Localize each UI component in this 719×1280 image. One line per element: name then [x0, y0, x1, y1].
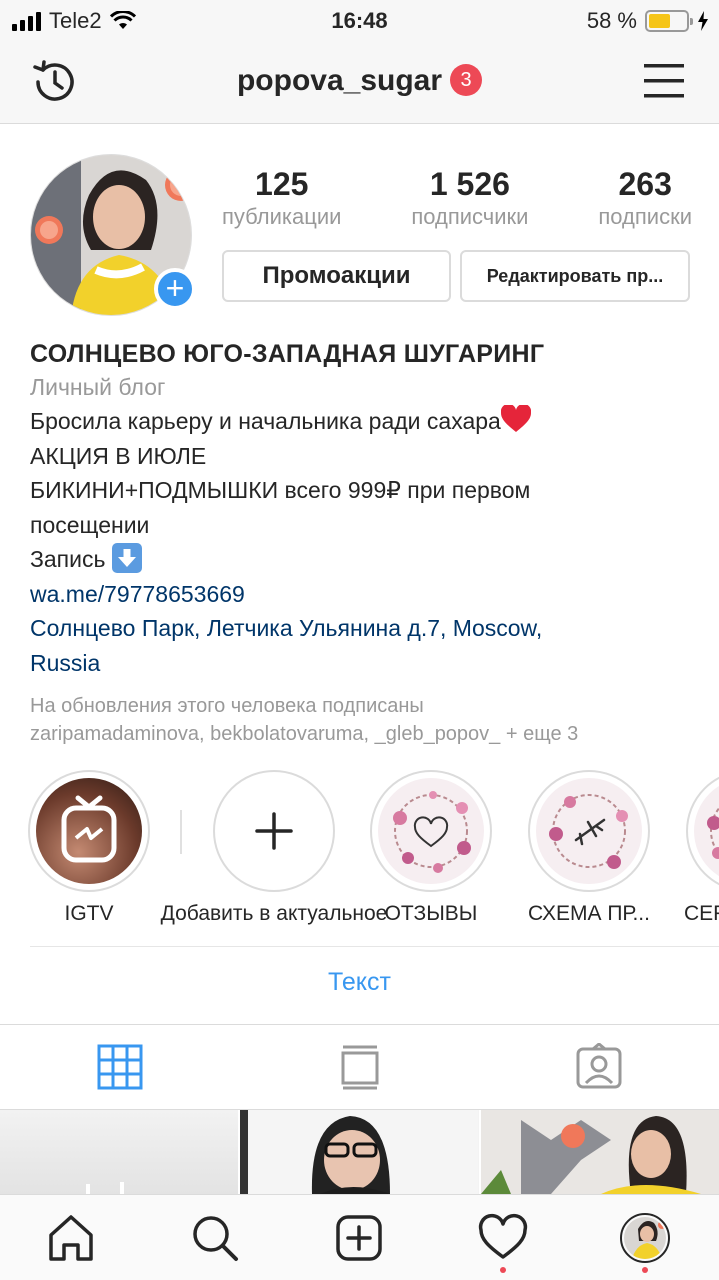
- posts-grid: [0, 1110, 719, 1194]
- edit-profile-button[interactable]: Редактировать пр...: [460, 250, 690, 302]
- tagged-icon[interactable]: [575, 1043, 623, 1091]
- stat-value: 1 526: [429, 166, 510, 202]
- bio-line: АКЦИЯ В ИЮЛЕ: [30, 442, 207, 469]
- home-icon[interactable]: [46, 1213, 96, 1263]
- highlight-label: IGTV: [64, 902, 114, 925]
- profile-header: popova_sugar 3: [0, 40, 719, 124]
- notification-badge: 3: [450, 64, 483, 96]
- website-link[interactable]: wa.me/79778653669: [30, 577, 700, 612]
- bio-line: Запись: [30, 542, 700, 577]
- new-post-icon[interactable]: [334, 1213, 384, 1263]
- promotions-button[interactable]: Промоакции: [222, 250, 451, 302]
- stat-value: 263: [618, 166, 672, 202]
- account-switcher[interactable]: popova_sugar 3: [0, 64, 719, 98]
- bio-line: Бросила карьеру и начальника ради сахара: [30, 404, 700, 439]
- highlight-reviews[interactable]: ОТЗЫВЫ: [368, 770, 494, 926]
- highlight-igtv[interactable]: IGTV: [26, 770, 152, 926]
- highlight-label: Добавить в актуальное: [160, 902, 388, 925]
- battery-icon: [645, 10, 693, 32]
- stat-label: подписки: [598, 204, 692, 229]
- highlight-label: ОТЗЫВЫ: [384, 902, 478, 925]
- highlight-add[interactable]: Добавить в актуальное: [161, 770, 387, 926]
- highlight-scheme[interactable]: СХЕМА ПР...: [526, 770, 652, 926]
- plus-icon: [255, 812, 293, 850]
- profile-bio: СОЛНЦЕВО ЮГО-ЗАПАДНАЯ ШУГАРИНГ Личный бл…: [30, 338, 700, 748]
- activity-dot: [500, 1267, 506, 1273]
- profile-category: Личный блог: [30, 374, 166, 400]
- bottom-navigation: [0, 1194, 719, 1280]
- stat-followers[interactable]: 1 526 подписчики: [411, 166, 528, 230]
- feed-icon[interactable]: [336, 1043, 384, 1091]
- story-highlights: IGTV Добавить в актуальное ОТЗЫВЫ СХЕМА …: [0, 770, 719, 940]
- charging-bolt-icon: [698, 11, 708, 31]
- post-thumbnail[interactable]: [0, 1110, 239, 1194]
- heart-wreath-icon: [393, 791, 471, 873]
- battery-percent: 58 %: [586, 8, 637, 33]
- post-thumbnail[interactable]: [240, 1110, 479, 1194]
- search-icon[interactable]: [190, 1213, 240, 1263]
- highlight-label: СЕР: [684, 902, 719, 925]
- divider: [30, 946, 719, 947]
- stat-value: 125: [255, 166, 309, 202]
- igtv-icon: [61, 795, 117, 863]
- highlight-label: СХЕМА ПР...: [528, 902, 650, 925]
- followed-by-text[interactable]: На обновления этого человека подписаны z…: [30, 692, 700, 748]
- post-thumbnail[interactable]: [480, 1110, 719, 1194]
- stat-following[interactable]: 263 подписки: [598, 166, 692, 230]
- grid-icon[interactable]: [96, 1043, 144, 1091]
- menu-icon[interactable]: [644, 62, 686, 100]
- bio-line: БИКИНИ+ПОДМЫШКИ всего 999₽ при первом: [30, 477, 531, 503]
- profile-stats: 125 публикации 1 526 подписчики 263 подп…: [222, 166, 692, 230]
- stat-posts[interactable]: 125 публикации: [222, 166, 341, 230]
- wreath-icon: [707, 806, 719, 859]
- activity-icon[interactable]: [478, 1213, 528, 1263]
- text-link[interactable]: Текст: [0, 968, 719, 997]
- profile-avatar[interactable]: +: [30, 154, 196, 316]
- profile-tabs: [0, 1024, 719, 1110]
- stat-label: публикации: [222, 204, 342, 229]
- down-arrow-icon: [111, 543, 142, 573]
- profile-name: СОЛНЦЕВО ЮГО-ЗАПАДНАЯ ШУГАРИНГ: [30, 340, 545, 368]
- bio-line: посещении: [30, 511, 150, 538]
- profile-dot: [642, 1267, 648, 1273]
- address-link[interactable]: Солнцево Парк, Летчика Ульянина д.7, Mos…: [30, 611, 700, 680]
- status-bar: Tele2 16:48 58 %: [0, 0, 719, 40]
- stat-label: подписчики: [411, 204, 529, 229]
- add-story-button[interactable]: +: [154, 268, 196, 310]
- highlights-divider: [180, 810, 182, 854]
- username-title: popova_sugar: [236, 64, 443, 97]
- airplane-wreath-icon: [549, 794, 628, 869]
- red-heart-icon: [500, 405, 531, 432]
- highlight-certificates[interactable]: СЕР: [684, 770, 719, 926]
- profile-avatar[interactable]: [620, 1213, 670, 1263]
